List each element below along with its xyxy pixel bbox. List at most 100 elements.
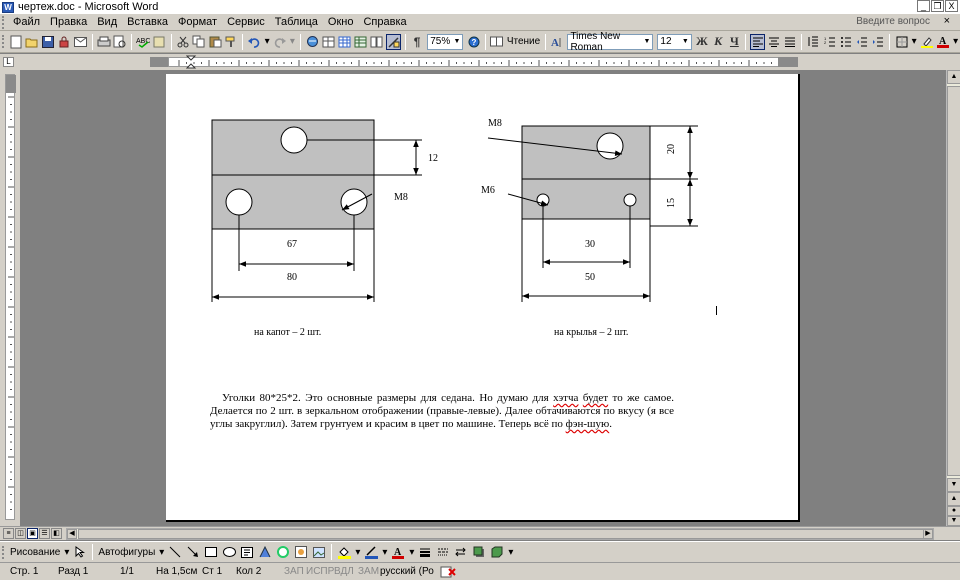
underline-button[interactable]: Ч bbox=[727, 34, 741, 50]
clip-art-icon[interactable] bbox=[293, 544, 309, 560]
undo-icon[interactable] bbox=[247, 34, 261, 50]
arrow-tool-icon[interactable] bbox=[185, 544, 201, 560]
technical-drawing[interactable]: 12 M8 67 80 на капот – 2 шт. M8 M6 20 15… bbox=[166, 74, 800, 522]
spelling-status-icon[interactable] bbox=[440, 566, 456, 578]
web-layout-icon[interactable]: ◫ bbox=[15, 528, 26, 539]
next-page-button[interactable]: ▼ bbox=[947, 516, 960, 526]
open-folder-icon[interactable] bbox=[25, 34, 39, 50]
wordart-icon[interactable] bbox=[257, 544, 273, 560]
insert-table-icon[interactable] bbox=[337, 34, 351, 50]
status-position[interactable]: На 1,5см bbox=[156, 566, 197, 577]
toolbar-grip-handle[interactable] bbox=[2, 35, 8, 48]
save-icon[interactable] bbox=[41, 34, 55, 50]
document-page[interactable]: 12 M8 67 80 на капот – 2 шт. M8 M6 20 15… bbox=[166, 74, 800, 522]
dash-style-icon[interactable] bbox=[435, 544, 451, 560]
show-hide-pilcrow-icon[interactable]: ¶ bbox=[410, 34, 424, 50]
research-icon[interactable] bbox=[152, 34, 166, 50]
reading-layout-icon[interactable] bbox=[490, 34, 504, 50]
diagram-icon[interactable] bbox=[275, 544, 291, 560]
insert-excel-icon[interactable] bbox=[354, 34, 368, 50]
help-question-input[interactable]: Введите вопрос bbox=[856, 16, 930, 27]
styles-formatting-icon[interactable]: A bbox=[550, 34, 564, 50]
ruler-left-margin[interactable] bbox=[150, 57, 168, 67]
vertical-scroll-thumb[interactable] bbox=[947, 86, 960, 476]
scroll-down-button[interactable]: ▼ bbox=[947, 478, 960, 492]
menu-insert[interactable]: Вставка bbox=[122, 16, 173, 28]
permission-icon[interactable] bbox=[57, 34, 71, 50]
horizontal-scrollbar[interactable]: ◀ ▶ bbox=[66, 528, 934, 540]
columns-icon[interactable] bbox=[370, 34, 384, 50]
misspelled-word[interactable]: будет bbox=[583, 392, 608, 404]
insert-picture-icon[interactable] bbox=[311, 544, 327, 560]
document-close-icon[interactable]: × bbox=[944, 15, 950, 27]
oval-tool-icon[interactable] bbox=[221, 544, 237, 560]
vertical-ruler[interactable] bbox=[5, 74, 16, 520]
status-page[interactable]: Стр. 1 bbox=[10, 566, 38, 577]
hyperlink-icon[interactable] bbox=[305, 34, 319, 50]
line-style-icon[interactable] bbox=[417, 544, 433, 560]
autoshapes-button[interactable]: Автофигуры bbox=[96, 547, 157, 558]
horizontal-ruler[interactable] bbox=[168, 57, 798, 67]
scroll-left-button[interactable]: ◀ bbox=[67, 529, 77, 539]
print-icon[interactable] bbox=[97, 34, 111, 50]
chevron-down-icon[interactable]: ▾ bbox=[62, 547, 71, 558]
menu-edit[interactable]: Правка bbox=[45, 16, 92, 28]
menu-view[interactable]: Вид bbox=[92, 16, 122, 28]
scroll-right-button[interactable]: ▶ bbox=[923, 529, 933, 539]
drawing-menu-button[interactable]: Рисование bbox=[8, 547, 62, 558]
close-button[interactable]: X bbox=[945, 0, 958, 12]
bold-button[interactable]: Ж bbox=[695, 34, 709, 50]
shadow-style-icon[interactable] bbox=[471, 544, 487, 560]
undo-dropdown-icon[interactable]: ▾ bbox=[263, 36, 272, 47]
normal-view-icon[interactable]: ≡ bbox=[3, 528, 14, 539]
cut-icon[interactable] bbox=[176, 34, 190, 50]
menu-window[interactable]: Окно bbox=[323, 16, 359, 28]
menu-tools[interactable]: Сервис bbox=[222, 16, 270, 28]
increase-indent-icon[interactable] bbox=[871, 34, 885, 50]
misspelled-word[interactable]: хэтча bbox=[553, 392, 578, 404]
status-language[interactable]: русский (Ро bbox=[380, 566, 434, 577]
status-overtype[interactable]: ЗАМ bbox=[358, 566, 379, 577]
drawing-font-color-icon[interactable]: A bbox=[390, 544, 406, 560]
status-track-changes[interactable]: ИСПР bbox=[306, 566, 334, 577]
select-objects-icon[interactable] bbox=[72, 544, 88, 560]
fill-color-dropdown-icon[interactable]: ▾ bbox=[353, 547, 362, 558]
status-extend-selection[interactable]: ВДЛ bbox=[334, 566, 354, 577]
reading-layout-button[interactable]: Чтение bbox=[505, 36, 542, 47]
redo-dropdown-icon[interactable]: ▾ bbox=[288, 36, 297, 47]
restore-button[interactable]: ❐ bbox=[931, 0, 944, 12]
ruler-right-margin[interactable] bbox=[778, 57, 798, 67]
email-icon[interactable] bbox=[73, 34, 88, 50]
decrease-indent-icon[interactable] bbox=[855, 34, 869, 50]
numbering-icon[interactable]: 12 bbox=[823, 34, 837, 50]
new-document-icon[interactable] bbox=[9, 34, 23, 50]
toolbar-options-icon[interactable]: ▾ bbox=[506, 547, 515, 558]
word-app-icon[interactable]: W bbox=[2, 1, 14, 13]
menu-format[interactable]: Формат bbox=[173, 16, 222, 28]
drawing-font-color-dropdown-icon[interactable]: ▾ bbox=[407, 547, 416, 558]
vertical-scrollbar[interactable]: ▲ ▼ ▲ ● ▼ bbox=[946, 70, 960, 526]
align-center-icon[interactable] bbox=[767, 34, 781, 50]
menu-file[interactable]: Файл bbox=[8, 16, 45, 28]
reading-view-icon[interactable]: ◧ bbox=[51, 528, 62, 539]
drawing-toolbar-icon[interactable] bbox=[385, 33, 401, 50]
bullets-icon[interactable] bbox=[839, 34, 853, 50]
scroll-up-button[interactable]: ▲ bbox=[947, 70, 960, 84]
zoom-select[interactable]: 75% ▼ bbox=[427, 33, 464, 50]
italic-button[interactable]: К bbox=[711, 34, 725, 50]
spelling-icon[interactable]: ABC bbox=[136, 34, 150, 50]
status-line[interactable]: Ст 1 bbox=[202, 566, 222, 577]
status-page-count[interactable]: 1/1 bbox=[120, 566, 134, 577]
print-preview-icon[interactable] bbox=[113, 34, 127, 50]
paste-icon[interactable] bbox=[208, 34, 222, 50]
line-tool-icon[interactable] bbox=[167, 544, 183, 560]
misspelled-word[interactable]: фэн-шую bbox=[566, 418, 610, 430]
font-size-select[interactable]: 12 ▼ bbox=[657, 33, 692, 50]
help-icon[interactable]: ? bbox=[466, 34, 480, 50]
outline-view-icon[interactable]: ☰ bbox=[39, 528, 50, 539]
3d-style-icon[interactable] bbox=[489, 544, 505, 560]
fill-color-icon[interactable] bbox=[336, 544, 352, 560]
chevron-down-icon[interactable]: ▾ bbox=[157, 547, 166, 558]
minimize-button[interactable]: _ bbox=[917, 0, 930, 12]
previous-page-button[interactable]: ▲ bbox=[947, 492, 960, 506]
